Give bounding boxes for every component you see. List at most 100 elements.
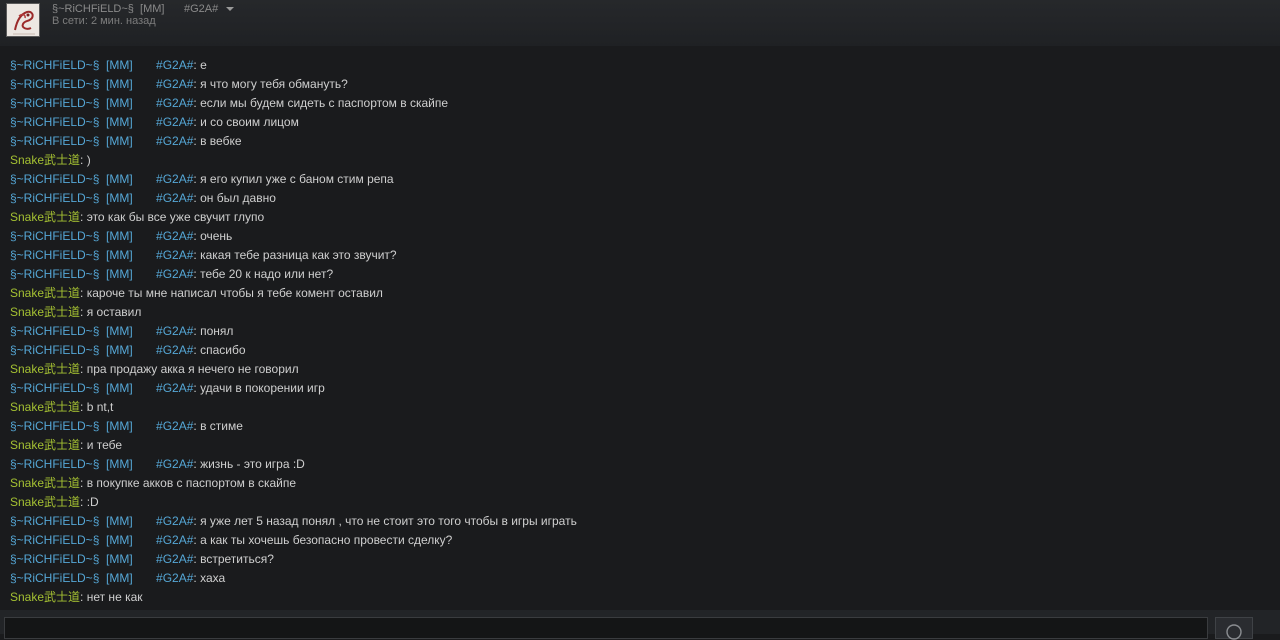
chat-message: §~RiCHFiELD~§ [MM] #G2A#: я уже лет 5 на… [10, 512, 577, 531]
friend-status: В сети: 2 мин. назад [52, 15, 156, 27]
message-text: очень [200, 229, 233, 243]
message-author[interactable]: §~RiCHFiELD~§ [MM] #G2A# [10, 533, 193, 547]
message-author[interactable]: Snake武士道 [10, 362, 80, 376]
message-text: хаха [200, 571, 226, 585]
message-author[interactable]: §~RiCHFiELD~§ [MM] #G2A# [10, 267, 193, 281]
message-text: в вебке [200, 134, 242, 148]
message-text: удачи в покорении игр [200, 381, 325, 395]
message-author[interactable]: §~RiCHFiELD~§ [MM] #G2A# [10, 419, 193, 433]
message-text: в стиме [200, 419, 243, 433]
friend-name: §~RiCHFiELD~§ [MM] [52, 3, 165, 15]
chat-message: §~RiCHFiELD~§ [MM] #G2A#: встретиться? [10, 550, 274, 569]
message-author[interactable]: §~RiCHFiELD~§ [MM] #G2A# [10, 343, 193, 357]
message-separator: : [80, 153, 87, 167]
message-text: понял [200, 324, 234, 338]
message-author[interactable]: §~RiCHFiELD~§ [MM] #G2A# [10, 115, 193, 129]
message-text: он был давно [200, 191, 276, 205]
message-author[interactable]: §~RiCHFiELD~§ [MM] #G2A# [10, 172, 193, 186]
chat-message: §~RiCHFiELD~§ [MM] #G2A#: тебе 20 к надо… [10, 265, 333, 284]
message-author[interactable]: §~RiCHFiELD~§ [MM] #G2A# [10, 77, 193, 91]
message-author[interactable]: Snake武士道 [10, 210, 80, 224]
message-author[interactable]: §~RiCHFiELD~§ [MM] #G2A# [10, 381, 193, 395]
message-author[interactable]: §~RiCHFiELD~§ [MM] #G2A# [10, 552, 193, 566]
chat-message: Snake武士道: нет не как [10, 588, 143, 607]
friend-avatar[interactable] [6, 3, 40, 37]
message-text: какая тебе разница как это звучит? [200, 248, 397, 262]
message-author[interactable]: Snake武士道 [10, 476, 80, 490]
chat-message: §~RiCHFiELD~§ [MM] #G2A#: хаха [10, 569, 225, 588]
message-author[interactable]: §~RiCHFiELD~§ [MM] #G2A# [10, 324, 193, 338]
message-author[interactable]: §~RiCHFiELD~§ [MM] #G2A# [10, 514, 193, 528]
message-author[interactable]: Snake武士道 [10, 495, 80, 509]
message-separator: : [80, 362, 87, 376]
chat-message: Snake武士道: я оставил [10, 303, 141, 322]
chat-message: §~RiCHFiELD~§ [MM] #G2A#: е [10, 56, 207, 75]
message-text: я оставил [86, 305, 142, 319]
message-author[interactable]: Snake武士道 [10, 590, 80, 604]
chat-message: Snake武士道: b nt,t [10, 398, 113, 417]
message-author[interactable]: Snake武士道 [10, 400, 80, 414]
chat-message: Snake武士道: пра продажу акка я нечего не г… [10, 360, 299, 379]
message-separator: : [80, 400, 87, 414]
chat-message: §~RiCHFiELD~§ [MM] #G2A#: и со своим лиц… [10, 113, 299, 132]
chat-message: Snake武士道: это как бы все уже свучит глуп… [10, 208, 264, 227]
chat-message: Snake武士道: и тебе [10, 436, 122, 455]
message-author[interactable]: §~RiCHFiELD~§ [MM] #G2A# [10, 96, 193, 110]
message-author[interactable]: §~RiCHFiELD~§ [MM] #G2A# [10, 58, 193, 72]
message-author[interactable]: §~RiCHFiELD~§ [MM] #G2A# [10, 248, 193, 262]
friend-name-tag: #G2A# [184, 3, 219, 15]
smiley-icon [1226, 624, 1242, 640]
message-separator: : [80, 286, 87, 300]
message-separator: : [80, 476, 87, 490]
chat-header: §~RiCHFiELD~§ [MM] В сети: 2 мин. назад … [0, 0, 1280, 46]
chat-message: Snake武士道: :D [10, 493, 99, 512]
message-author[interactable]: §~RiCHFiELD~§ [MM] #G2A# [10, 457, 193, 471]
chat-message: §~RiCHFiELD~§ [MM] #G2A#: жизнь - это иг… [10, 455, 305, 474]
message-separator: : [80, 590, 87, 604]
message-text: я что могу тебя обмануть? [200, 77, 348, 91]
message-text: и тебе [86, 438, 123, 452]
message-text: если мы будем сидеть с паспортом в скайп… [200, 96, 449, 110]
chat-message: §~RiCHFiELD~§ [MM] #G2A#: понял [10, 322, 233, 341]
chat-message: §~RiCHFiELD~§ [MM] #G2A#: удачи в покоре… [10, 379, 325, 398]
message-text: b nt,t [86, 400, 114, 414]
chevron-down-icon[interactable] [226, 5, 234, 13]
message-author[interactable]: §~RiCHFiELD~§ [MM] #G2A# [10, 191, 193, 205]
message-text: а как ты хочешь безопасно провести сделк… [200, 533, 453, 547]
chat-message: §~RiCHFiELD~§ [MM] #G2A#: я его купил уж… [10, 170, 394, 189]
message-separator: : [80, 305, 87, 319]
message-text: в покупке акков с паспортом в скайпе [86, 476, 297, 490]
message-author[interactable]: §~RiCHFiELD~§ [MM] #G2A# [10, 229, 193, 243]
message-author[interactable]: Snake武士道 [10, 286, 80, 300]
chat-message: Snake武士道: кароче ты мне написал чтобы я … [10, 284, 383, 303]
message-text: кароче ты мне написал чтобы я тебе комен… [86, 286, 383, 300]
chat-message: §~RiCHFiELD~§ [MM] #G2A#: очень [10, 227, 232, 246]
emoticon-button[interactable] [1215, 617, 1253, 640]
message-text: я уже лет 5 назад понял , что не стоит э… [200, 514, 577, 528]
message-separator: : [80, 438, 87, 452]
message-text: спасибо [200, 343, 246, 357]
chat-message: §~RiCHFiELD~§ [MM] #G2A#: спасибо [10, 341, 246, 360]
message-separator: : [80, 210, 87, 224]
message-author[interactable]: §~RiCHFiELD~§ [MM] #G2A# [10, 134, 193, 148]
message-text: ) [86, 153, 91, 167]
message-text: встретиться? [200, 552, 274, 566]
chat-message: §~RiCHFiELD~§ [MM] #G2A#: я что могу теб… [10, 75, 348, 94]
message-author[interactable]: Snake武士道 [10, 305, 80, 319]
chat-message: §~RiCHFiELD~§ [MM] #G2A#: а как ты хочеш… [10, 531, 452, 550]
chat-message: Snake武士道: ) [10, 151, 91, 170]
message-text: это как бы все уже свучит глупо [86, 210, 265, 224]
message-author[interactable]: §~RiCHFiELD~§ [MM] #G2A# [10, 571, 193, 585]
message-author[interactable]: Snake武士道 [10, 153, 80, 167]
message-text: и со своим лицом [200, 115, 299, 129]
chat-message: §~RiCHFiELD~§ [MM] #G2A#: он был давно [10, 189, 276, 208]
chat-input[interactable] [4, 617, 1208, 639]
message-text: я его купил уже с баном стим репа [200, 172, 394, 186]
message-text: е [200, 58, 207, 72]
chat-message: §~RiCHFiELD~§ [MM] #G2A#: какая тебе раз… [10, 246, 397, 265]
message-author[interactable]: Snake武士道 [10, 438, 80, 452]
message-text: нет не как [86, 590, 143, 604]
chat-message: §~RiCHFiELD~§ [MM] #G2A#: в вебке [10, 132, 242, 151]
message-text: :D [86, 495, 99, 509]
message-text: жизнь - это игра :D [200, 457, 305, 471]
